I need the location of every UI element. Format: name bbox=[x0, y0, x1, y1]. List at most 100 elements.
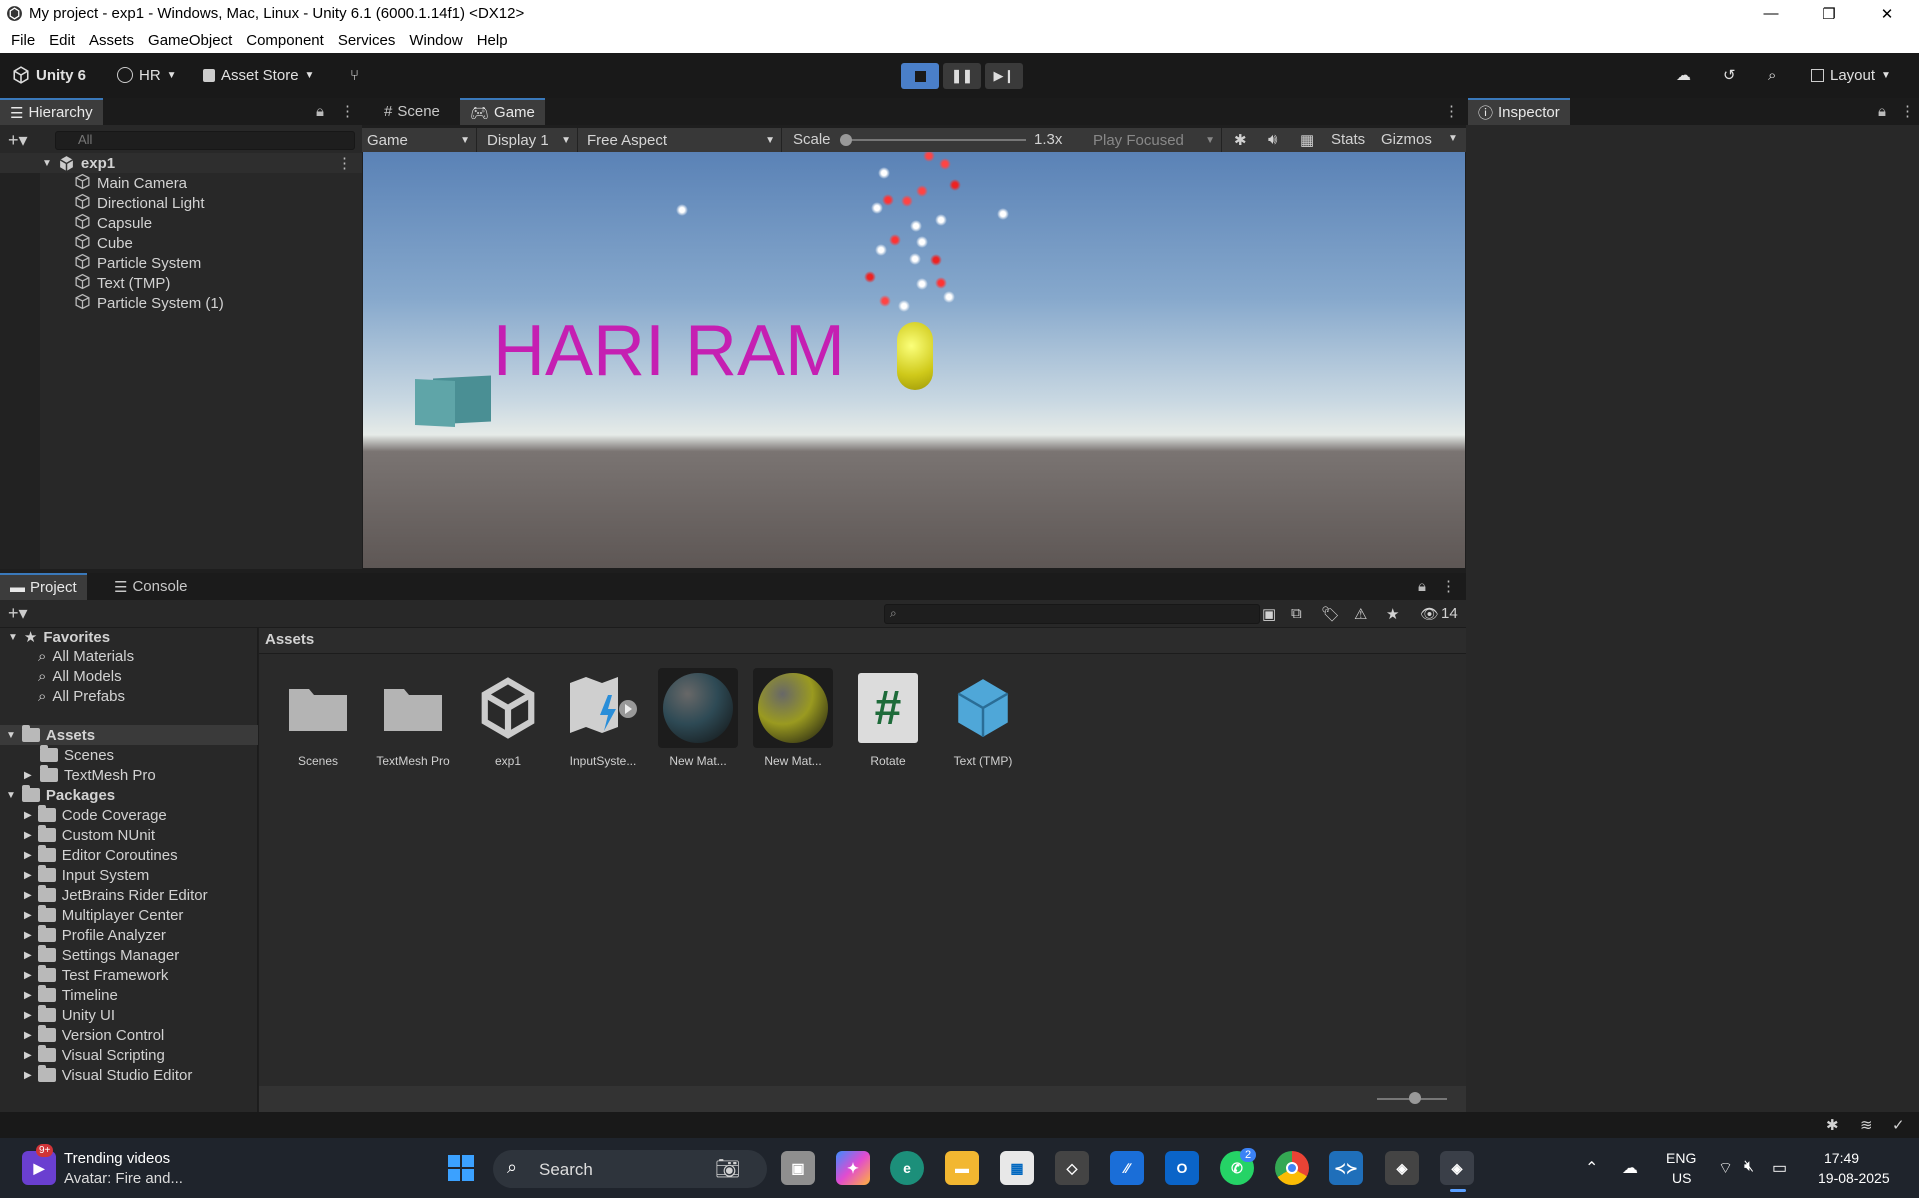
unity-icon[interactable]: ◈ bbox=[1385, 1151, 1419, 1185]
menu-help[interactable]: Help bbox=[470, 32, 515, 49]
packages-header[interactable]: ▼ Packages bbox=[6, 785, 115, 805]
cloud-button[interactable]: ☁ bbox=[1676, 63, 1691, 87]
hierarchy-search-input[interactable]: All bbox=[55, 131, 355, 150]
check-icon[interactable]: ✓ bbox=[1892, 1116, 1905, 1134]
grid-icon[interactable]: ▦ bbox=[1300, 131, 1314, 149]
tab-project[interactable]: ▬ Project bbox=[0, 573, 87, 600]
more-options-icon[interactable]: ⋮ bbox=[1441, 577, 1456, 595]
asset-item[interactable]: exp1 bbox=[460, 668, 556, 768]
gizmos-button[interactable]: Gizmos bbox=[1381, 131, 1432, 148]
step-button[interactable]: ▶❙ bbox=[985, 63, 1023, 89]
version-control-button[interactable]: ⑂ bbox=[350, 63, 359, 87]
mute-icon[interactable]: 🔇︎ bbox=[1744, 1158, 1754, 1176]
windows-start-icon[interactable] bbox=[444, 1151, 478, 1185]
stats-button[interactable]: Stats bbox=[1331, 131, 1365, 148]
package-item[interactable]: ▶ Unity UI bbox=[24, 1005, 115, 1025]
package-item[interactable]: ▶ Timeline bbox=[24, 985, 118, 1005]
menu-file[interactable]: File bbox=[4, 32, 42, 49]
menu-window[interactable]: Window bbox=[402, 32, 469, 49]
package-item[interactable]: ▶ Profile Analyzer bbox=[24, 925, 166, 945]
package-item[interactable]: ▶ JetBrains Rider Editor bbox=[24, 885, 208, 905]
scale-slider-track[interactable] bbox=[840, 139, 1026, 141]
zoom-slider-thumb[interactable] bbox=[1409, 1092, 1421, 1104]
more-options-icon[interactable]: ⋮ bbox=[1444, 102, 1459, 120]
hierarchy-item[interactable]: Particle System bbox=[74, 253, 201, 273]
menu-component[interactable]: Component bbox=[239, 32, 331, 49]
package-item[interactable]: ▶ Code Coverage bbox=[24, 805, 167, 825]
news-title[interactable]: Trending videos bbox=[64, 1150, 170, 1167]
layout-dropdown[interactable]: Layout ▼ bbox=[1811, 63, 1891, 87]
menu-gameobject[interactable]: GameObject bbox=[141, 32, 239, 49]
search-button[interactable]: ⌕ bbox=[1768, 63, 1776, 87]
asset-store-dropdown[interactable]: Asset Store ▼ bbox=[203, 63, 314, 87]
aspect-dropdown[interactable]: Free Aspect ▼ bbox=[582, 128, 782, 152]
favorites-header[interactable]: ▼ ★ Favorites bbox=[8, 627, 110, 647]
package-item[interactable]: ▶ Version Control bbox=[24, 1025, 164, 1045]
news-subtitle[interactable]: Avatar: Fire and... bbox=[64, 1170, 183, 1187]
hidden-packages-icon[interactable]: 👁︎ bbox=[1420, 605, 1439, 623]
more-options-icon[interactable]: ⋮ bbox=[340, 102, 355, 120]
add-icon[interactable]: +▾ bbox=[8, 130, 28, 151]
package-item[interactable]: ▶ Editor Coroutines bbox=[24, 845, 178, 865]
play-focused-dropdown[interactable]: Play Focused ▼ bbox=[1088, 128, 1222, 152]
bug-icon[interactable]: ✱ bbox=[1234, 131, 1247, 149]
debug-icon[interactable]: ✱ bbox=[1826, 1116, 1839, 1134]
unity-hub-icon[interactable]: ◇ bbox=[1055, 1151, 1089, 1185]
menu-services[interactable]: Services bbox=[331, 32, 403, 49]
package-item[interactable]: ▶ Multiplayer Center bbox=[24, 905, 183, 925]
region-label[interactable]: US bbox=[1672, 1170, 1691, 1186]
hierarchy-item[interactable]: Directional Light bbox=[74, 193, 205, 213]
file-explorer-icon[interactable]: ▬ bbox=[945, 1151, 979, 1185]
hierarchy-item[interactable]: Particle System (1) bbox=[74, 293, 224, 313]
unity-editor-active-icon[interactable]: ◈ bbox=[1440, 1151, 1474, 1185]
assets-tree-folder[interactable]: ▶ TextMesh Pro bbox=[24, 765, 156, 785]
minimize-button[interactable]: — bbox=[1742, 0, 1800, 27]
game-mode-dropdown[interactable]: Game ▼ bbox=[362, 128, 477, 152]
tab-console[interactable]: ☰ Console bbox=[104, 573, 198, 600]
task-view-icon[interactable]: ▣ bbox=[781, 1151, 815, 1185]
more-options-icon[interactable]: ⋮ bbox=[337, 154, 352, 172]
clock-date[interactable]: 19-08-2025 bbox=[1818, 1170, 1890, 1186]
play-stop-button[interactable] bbox=[901, 63, 939, 89]
lock-icon[interactable]: 🔒︎ bbox=[1878, 103, 1886, 120]
package-item[interactable]: ▶ Visual Scripting bbox=[24, 1045, 165, 1065]
package-item[interactable]: ▶ Visual Studio Editor bbox=[24, 1065, 192, 1085]
layers-icon[interactable]: ≋ bbox=[1860, 1116, 1873, 1134]
hierarchy-scene-row[interactable]: ▼ exp1 ⋮ bbox=[0, 153, 362, 173]
account-dropdown[interactable]: HR ▼ bbox=[117, 63, 177, 87]
add-icon[interactable]: +▾ bbox=[8, 603, 28, 624]
asset-item[interactable]: Text (TMP) bbox=[935, 668, 1031, 768]
asset-item[interactable]: Scenes bbox=[270, 668, 366, 768]
outlook-icon[interactable]: O bbox=[1165, 1151, 1199, 1185]
tab-scene[interactable]: # Scene bbox=[374, 98, 450, 125]
display-dropdown[interactable]: Display 1 ▼ bbox=[482, 128, 578, 152]
close-button[interactable]: ✕ bbox=[1858, 0, 1916, 27]
favorites-item[interactable]: ⌕ All Materials bbox=[38, 646, 134, 666]
asset-item[interactable]: New Mat... bbox=[745, 668, 841, 768]
onedrive-icon[interactable]: ☁ bbox=[1622, 1158, 1638, 1178]
chevron-up-icon[interactable]: ⌃ bbox=[1585, 1158, 1598, 1178]
visual-studio-installer-icon[interactable]: ∕∕ bbox=[1110, 1151, 1144, 1185]
hierarchy-item[interactable]: Main Camera bbox=[74, 173, 187, 193]
tab-hierarchy[interactable]: ☰ Hierarchy bbox=[0, 98, 103, 125]
copilot-icon[interactable]: ✦ bbox=[836, 1151, 870, 1185]
language-label[interactable]: ENG bbox=[1666, 1150, 1696, 1166]
wifi-icon[interactable]: ⌔ bbox=[1718, 1158, 1733, 1178]
package-item[interactable]: ▶ Input System bbox=[24, 865, 149, 885]
tab-game[interactable]: 🎮︎ Game bbox=[460, 98, 545, 125]
history-button[interactable]: ↺ bbox=[1723, 63, 1736, 87]
package-item[interactable]: ▶ Test Framework bbox=[24, 965, 168, 985]
filter-type-icon[interactable]: ⧉ bbox=[1291, 605, 1302, 622]
chrome-icon[interactable] bbox=[1275, 1151, 1309, 1185]
asset-item[interactable]: New Mat... bbox=[650, 668, 746, 768]
chevron-down-icon[interactable]: ▼ bbox=[1448, 133, 1458, 144]
assets-header[interactable]: ▼ Assets bbox=[0, 725, 258, 745]
clock-time[interactable]: 17:49 bbox=[1824, 1150, 1859, 1166]
warning-icon[interactable]: ⚠ bbox=[1354, 605, 1367, 623]
favorites-item[interactable]: ⌕ All Models bbox=[38, 666, 122, 686]
project-search-input[interactable]: ⌕ bbox=[884, 604, 1260, 624]
asset-item[interactable]: InputSyste... bbox=[555, 668, 651, 768]
menu-assets[interactable]: Assets bbox=[82, 32, 141, 49]
hierarchy-item[interactable]: Text (TMP) bbox=[74, 273, 170, 293]
asset-item[interactable]: # Rotate bbox=[840, 668, 936, 768]
